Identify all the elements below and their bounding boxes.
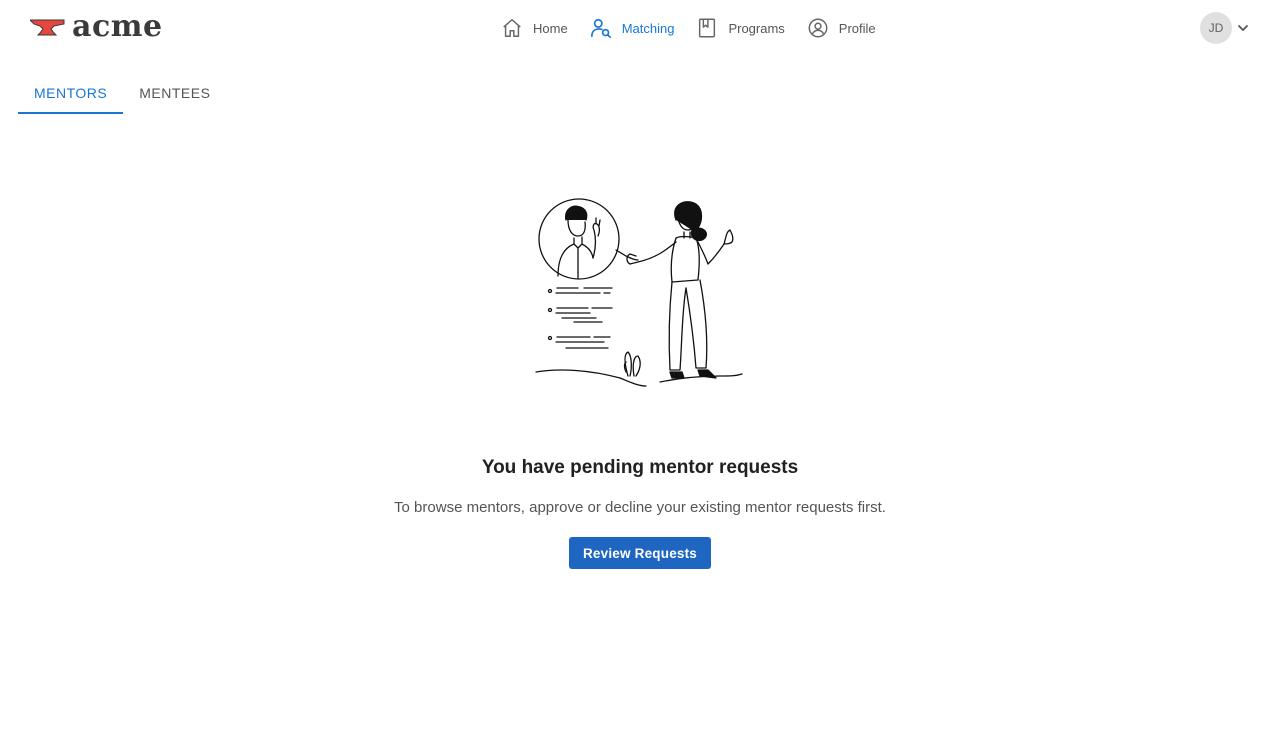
user-menu[interactable]: JD [1200, 12, 1250, 44]
anvil-icon [30, 19, 65, 36]
mentor-tabs: MENTORS MENTEES [18, 72, 226, 114]
logo-text: acme [72, 9, 163, 44]
matching-icon [590, 18, 611, 38]
avatar[interactable]: JD [1200, 12, 1232, 44]
bookmark-icon [699, 18, 716, 38]
mentor-handshake-illustration [535, 198, 743, 387]
home-icon [503, 19, 521, 37]
nav-label-matching: Matching [621, 20, 675, 36]
nav-label-home: Home [533, 20, 568, 36]
logo[interactable]: acme [30, 10, 163, 44]
nav-item-home[interactable]: Home [501, 17, 568, 39]
empty-state-description: To browse mentors, approve or decline yo… [394, 499, 886, 516]
profile-icon [808, 18, 828, 38]
tab-mentors[interactable]: MENTORS [18, 72, 124, 114]
nav-item-matching[interactable]: Matching [590, 17, 675, 39]
nav-label-programs: Programs [728, 20, 785, 36]
app-header: acme Home Matching Programs Profile JD [0, 0, 1280, 56]
nav-item-profile[interactable]: Profile [807, 17, 876, 39]
nav-label-profile: Profile [838, 20, 876, 36]
chevron-down-icon[interactable] [1236, 21, 1250, 35]
empty-state-title: You have pending mentor requests [481, 457, 799, 478]
review-requests-button[interactable]: Review Requests [569, 537, 711, 569]
nav-item-programs[interactable]: Programs [696, 17, 785, 39]
main-nav: Home Matching Programs Profile [501, 16, 876, 40]
tab-mentees[interactable]: MENTEES [123, 72, 226, 114]
